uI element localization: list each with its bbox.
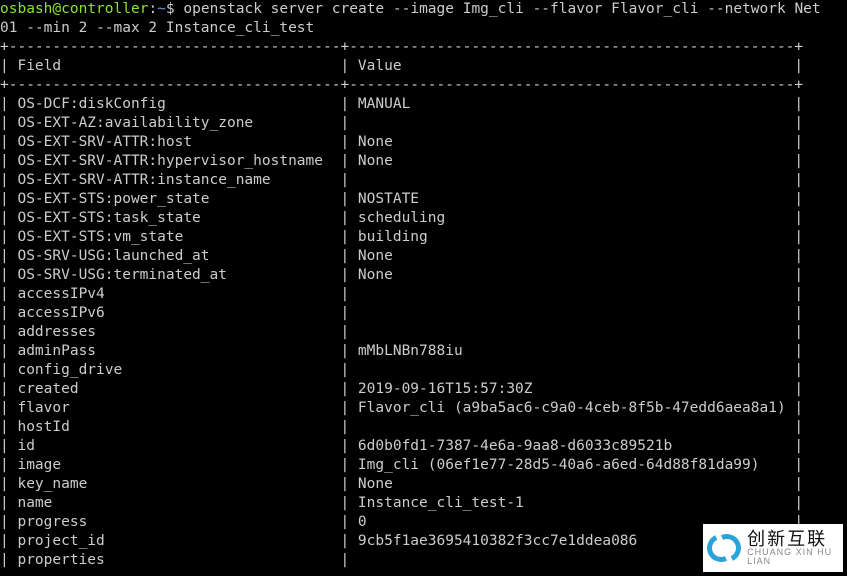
table-row: | OS-EXT-SRV-ATTR:host | None | [0, 133, 847, 152]
table-row: | OS-SRV-USG:launched_at | None | [0, 247, 847, 266]
table-row: | accessIPv4 | | [0, 285, 847, 304]
table-row: | OS-EXT-SRV-ATTR:hypervisor_hostname | … [0, 152, 847, 171]
table-row: | accessIPv6 | | [0, 304, 847, 323]
table-row: | OS-DCF:diskConfig | MANUAL | [0, 95, 847, 114]
logo-text-cn: 创新互联 [747, 530, 843, 548]
logo-icon [707, 528, 741, 568]
watermark-logo: 创新互联 CHUANG XIN HU LIAN [703, 524, 843, 572]
table-row: | config_drive | | [0, 361, 847, 380]
table-row: | OS-EXT-AZ:availability_zone | | [0, 114, 847, 133]
table-row: | name | Instance_cli_test-1 | [0, 494, 847, 513]
table-border: +--------------------------------------+… [0, 76, 847, 95]
table-row: | created | 2019-09-16T15:57:30Z | [0, 380, 847, 399]
table-row: | OS-SRV-USG:terminated_at | None | [0, 266, 847, 285]
table-row: | OS-EXT-SRV-ATTR:instance_name | | [0, 171, 847, 190]
table-row: | hostId | | [0, 418, 847, 437]
table-row: | addresses | | [0, 323, 847, 342]
table-row: | id | 6d0b0fd1-7387-4e6a-9aa8-d6033c895… [0, 437, 847, 456]
table-header: | Field | Value | [0, 57, 847, 76]
command-text: openstack server create --image Img_cli … [183, 1, 820, 17]
table-border: +--------------------------------------+… [0, 38, 847, 57]
table-row: | OS-EXT-STS:vm_state | building | [0, 228, 847, 247]
prompt-path: ~ [157, 1, 166, 17]
table-row: | OS-EXT-STS:power_state | NOSTATE | [0, 190, 847, 209]
logo-text-en: CHUANG XIN HU LIAN [747, 548, 843, 566]
table-row: | adminPass | mMbLNBn788iu | [0, 342, 847, 361]
command-continuation: 01 --min 2 --max 2 Instance_cli_test [0, 19, 847, 38]
table-row: | key_name | None | [0, 475, 847, 494]
terminal-output[interactable]: osbash@controller:~$ openstack server cr… [0, 0, 847, 570]
table-row: | OS-EXT-STS:task_state | scheduling | [0, 209, 847, 228]
table-row: | image | Img_cli (06ef1e77-28d5-40a6-a6… [0, 456, 847, 475]
shell-prompt[interactable]: osbash@controller:~$ openstack server cr… [0, 0, 847, 19]
prompt-user: osbash [0, 1, 52, 17]
table-row: | flavor | Flavor_cli (a9ba5ac6-c9a0-4ce… [0, 399, 847, 418]
prompt-host: controller [61, 1, 148, 17]
